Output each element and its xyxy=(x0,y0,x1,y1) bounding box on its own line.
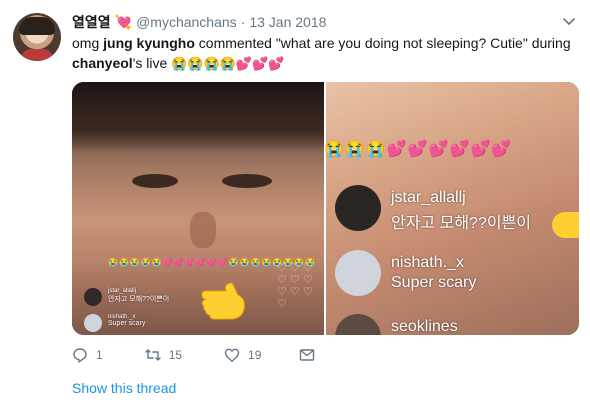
tweet-date[interactable]: 13 Jan 2018 xyxy=(249,14,326,30)
big-comment-2: nishath._x Super scary xyxy=(335,250,476,296)
reply-icon xyxy=(73,348,87,363)
big-comment-3: seoklines xyxy=(335,314,458,335)
tweet-header: 열열열 💘 @mychanchans · 13 Jan 2018 xyxy=(72,12,326,32)
big-comment-1: jstar_allallj 안자고 모해??이쁜이 xyxy=(335,185,531,233)
display-name[interactable]: 열열열 xyxy=(72,12,111,32)
comment-text: Super scary xyxy=(108,320,146,327)
tweet-text-part2: commented "what are you doing not sleepi… xyxy=(194,35,571,51)
comment-name: jstar_allallj xyxy=(391,189,466,206)
comment-avatar xyxy=(335,250,381,296)
comment-name: nishath._x xyxy=(391,254,464,271)
retweet-count: 15 xyxy=(168,348,183,362)
tweet-actions: 1 15 19 xyxy=(72,345,315,365)
share-button[interactable] xyxy=(299,347,315,363)
comment-text: Super scary xyxy=(391,274,477,291)
separator-dot: · xyxy=(240,14,246,30)
photo-eye-left xyxy=(132,174,178,188)
like-count: 19 xyxy=(248,348,262,362)
handle[interactable]: @mychanchans xyxy=(136,14,237,30)
photo-eye-right xyxy=(222,174,272,188)
tweet-card[interactable]: 열열열 💘 @mychanchans · 13 Jan 2018 omg jun… xyxy=(0,0,590,409)
comment-avatar xyxy=(335,185,381,231)
like-icon xyxy=(224,348,240,362)
comment-avatar xyxy=(335,314,381,335)
reply-button[interactable]: 1 xyxy=(72,347,103,363)
small-comment-2: nishath._x Super scary xyxy=(84,314,145,332)
comment-avatar xyxy=(84,314,102,332)
mention-chanyeol: chanyeol xyxy=(72,55,133,71)
avatar-shirt xyxy=(21,49,53,61)
mention-jung-kyungho: jung kyungho xyxy=(103,35,195,51)
comment-name: seoklines xyxy=(391,318,458,335)
floating-hearts: ♡ ♡ ♡ ♡ ♡ ♡ ♡ ♡ ♡ ♡ xyxy=(277,262,313,310)
retweet-icon xyxy=(144,349,161,361)
photo-hair xyxy=(72,82,324,152)
comment-text: 안자고 모해??이쁜이 xyxy=(391,215,532,232)
comment-avatar xyxy=(84,288,102,306)
small-comment-1: jstar_allallj 안자고 모해??이쁜이 xyxy=(84,288,169,306)
share-mail-icon xyxy=(300,349,315,361)
caret-down-icon[interactable] xyxy=(562,14,576,28)
avatar[interactable] xyxy=(13,13,61,61)
show-thread-link[interactable]: Show this thread xyxy=(72,380,176,396)
retweet-button[interactable]: 15 xyxy=(144,347,183,363)
avatar-hair xyxy=(19,17,55,35)
reply-count: 1 xyxy=(96,348,103,362)
photo-nose xyxy=(190,212,216,248)
tweet-text-part1: omg xyxy=(72,35,104,51)
media-image[interactable]: 😭😭😭😭😭💕💕💕💕💕💕😭😭😭😭😭😭😭😭 😭😭😭💕💕💕💕💕💕 jstar_alla… xyxy=(72,82,579,335)
pointing-hand-icon xyxy=(201,282,245,320)
like-button[interactable]: 19 xyxy=(224,347,261,363)
tweet-text-part3: 's live xyxy=(132,55,172,71)
name-emoji: 💘 xyxy=(114,13,133,30)
tweet-text: omg jung kyungho commented "what are you… xyxy=(72,33,577,74)
pointing-hand-big xyxy=(552,212,579,238)
big-emoji-row: 😭😭😭💕💕💕💕💕💕 xyxy=(324,141,513,158)
tweet-emojis: 😭😭😭😭💕💕💕 xyxy=(171,56,285,71)
comment-text: 안자고 모해??이쁜이 xyxy=(108,296,170,303)
